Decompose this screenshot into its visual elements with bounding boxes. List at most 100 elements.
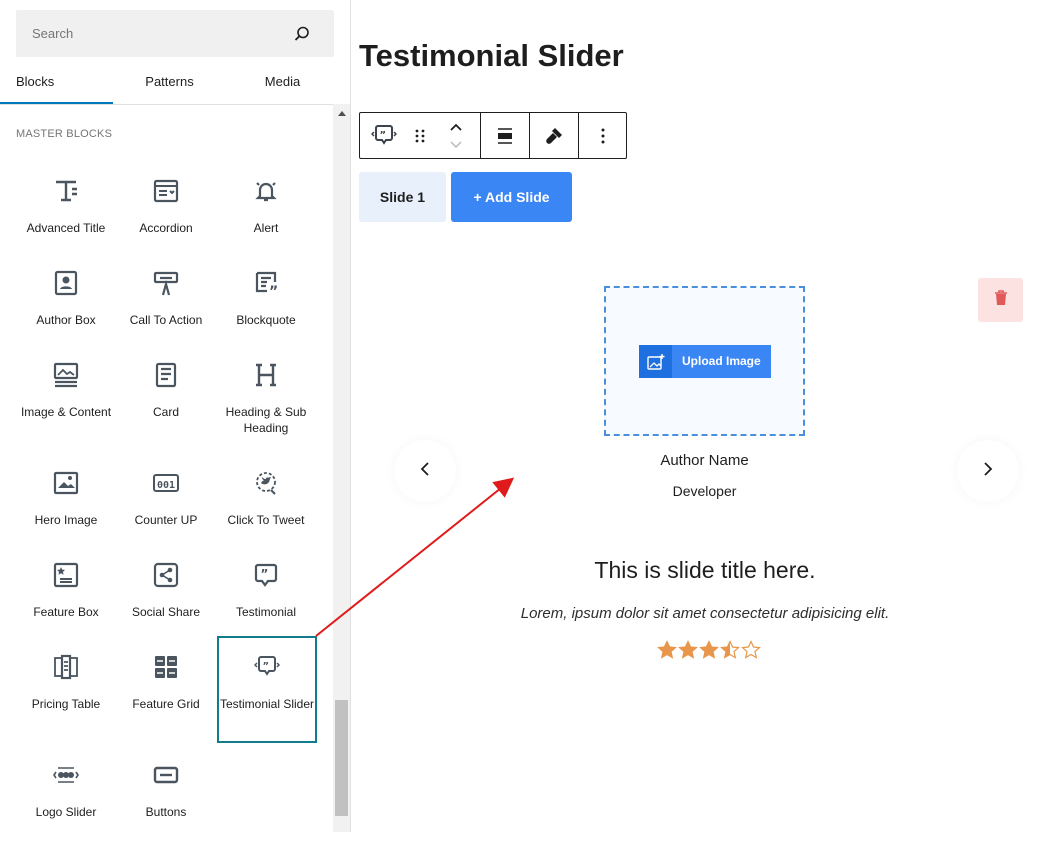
author-image-placeholder[interactable]: Upload Image bbox=[604, 286, 805, 436]
search-input[interactable]: Search bbox=[16, 26, 290, 41]
svg-text:001: 001 bbox=[157, 480, 175, 491]
tweet-icon bbox=[216, 466, 316, 500]
block-feature-grid[interactable]: Feature Grid bbox=[116, 636, 216, 744]
search-icon[interactable] bbox=[290, 22, 314, 46]
block-logo-slider[interactable]: Logo Slider bbox=[16, 744, 116, 852]
block-label: Click To Tweet bbox=[227, 513, 305, 527]
image-content-icon bbox=[16, 358, 116, 392]
chevron-right-icon bbox=[983, 461, 993, 482]
share-icon bbox=[116, 558, 216, 592]
block-label: Counter UP bbox=[134, 513, 198, 527]
star-rating bbox=[657, 640, 761, 660]
tab-blocks[interactable]: Blocks bbox=[0, 60, 113, 104]
author-name[interactable]: Author Name bbox=[604, 452, 805, 469]
hero-image-icon bbox=[16, 466, 116, 500]
previous-slide-button[interactable] bbox=[394, 440, 456, 502]
drag-handle-icon[interactable] bbox=[408, 113, 432, 158]
more-options-icon[interactable] bbox=[579, 113, 627, 158]
tab-patterns[interactable]: Patterns bbox=[113, 60, 226, 104]
author-designation[interactable]: Developer bbox=[604, 483, 805, 499]
align-icon[interactable] bbox=[481, 113, 529, 158]
slide-title[interactable]: This is slide title here. bbox=[455, 557, 955, 584]
toolbar-group-align bbox=[481, 113, 530, 158]
star-icon bbox=[741, 640, 761, 659]
counter-icon: 001 bbox=[116, 466, 216, 500]
add-image-icon bbox=[639, 345, 672, 378]
delete-slide-button[interactable] bbox=[978, 278, 1023, 322]
scrollbar-thumb[interactable] bbox=[335, 700, 348, 816]
block-label: Advanced Title bbox=[26, 221, 106, 235]
buttons-icon bbox=[116, 758, 216, 792]
star-icon bbox=[699, 640, 719, 659]
heading-icon bbox=[216, 358, 316, 392]
block-label: Buttons bbox=[145, 805, 187, 819]
blockquote-icon: ” bbox=[216, 266, 316, 300]
toolbar-group-more bbox=[579, 113, 627, 158]
block-label: Testimonial Slider bbox=[219, 697, 315, 711]
brush-icon[interactable] bbox=[530, 113, 578, 158]
block-label: Blockquote bbox=[236, 313, 296, 327]
block-buttons[interactable]: Buttons bbox=[116, 744, 216, 852]
move-up-down-icon[interactable] bbox=[432, 113, 480, 158]
block-label: Author Box bbox=[36, 313, 96, 327]
testimonial-slider-icon: ” bbox=[217, 650, 317, 684]
block-label: Feature Grid bbox=[132, 697, 200, 711]
bell-icon bbox=[216, 174, 316, 208]
block-label: Hero Image bbox=[34, 513, 98, 527]
feature-grid-icon bbox=[116, 650, 216, 684]
star-icon bbox=[720, 640, 740, 659]
svg-text:”: ” bbox=[261, 567, 269, 581]
upload-image-button[interactable]: Upload Image bbox=[639, 345, 771, 378]
block-testimonial-slider[interactable]: ” Testimonial Slider bbox=[217, 636, 317, 743]
logo-slider-icon bbox=[16, 758, 116, 792]
slide-description[interactable]: Lorem, ipsum dolor sit amet consectetur … bbox=[455, 605, 955, 622]
testimonial-slider-icon[interactable]: ” bbox=[360, 113, 408, 158]
block-label: Logo Slider bbox=[35, 805, 97, 819]
add-slide-button[interactable]: + Add Slide bbox=[451, 172, 572, 222]
block-toolbar: ” bbox=[359, 112, 627, 159]
tab-media[interactable]: Media bbox=[226, 60, 339, 104]
block-label: Image & Content bbox=[20, 405, 112, 419]
block-card[interactable]: Card bbox=[116, 344, 216, 452]
editor-canvas: Testimonial Slider ” Slide 1 + Add Slide… bbox=[351, 0, 1052, 832]
feature-box-icon bbox=[16, 558, 116, 592]
block-label: Accordion bbox=[139, 221, 193, 235]
page-title[interactable]: Testimonial Slider bbox=[359, 38, 624, 74]
block-image-content[interactable]: Image & Content bbox=[16, 344, 116, 452]
block-label: Call To Action bbox=[129, 313, 203, 327]
block-label: Alert bbox=[253, 221, 279, 235]
star-icon bbox=[678, 640, 698, 659]
advanced-title-icon bbox=[16, 174, 116, 208]
next-slide-button[interactable] bbox=[957, 440, 1019, 502]
testimonial-icon: ” bbox=[216, 558, 316, 592]
trash-icon bbox=[993, 289, 1009, 311]
category-heading: MASTER BLOCKS bbox=[16, 128, 113, 140]
upload-image-label: Upload Image bbox=[672, 345, 771, 378]
block-heading-sub-heading[interactable]: Heading & Sub Heading bbox=[216, 344, 316, 452]
accordion-icon bbox=[116, 174, 216, 208]
svg-text:”: ” bbox=[380, 130, 387, 141]
block-pricing-table[interactable]: Pricing Table bbox=[16, 636, 116, 744]
svg-text:”: ” bbox=[263, 661, 270, 672]
chevron-left-icon bbox=[420, 461, 430, 482]
block-label: Feature Box bbox=[33, 605, 99, 619]
toolbar-group-style bbox=[530, 113, 579, 158]
scroll-up-arrow-icon[interactable] bbox=[333, 104, 350, 121]
pricing-table-icon bbox=[16, 650, 116, 684]
search-box[interactable]: Search bbox=[16, 10, 334, 57]
block-label: Pricing Table bbox=[31, 697, 101, 711]
tab-slide-1[interactable]: Slide 1 bbox=[359, 172, 446, 222]
star-icon bbox=[657, 640, 677, 659]
inserter-tabs: Blocks Patterns Media bbox=[0, 60, 350, 105]
block-label: Testimonial bbox=[235, 605, 297, 619]
block-label: Heading & Sub Heading bbox=[225, 405, 307, 435]
block-inserter-sidebar: Search Blocks Patterns Media MASTER BLOC… bbox=[0, 0, 351, 832]
author-box-icon bbox=[16, 266, 116, 300]
card-icon bbox=[116, 358, 216, 392]
call-to-action-icon bbox=[116, 266, 216, 300]
block-label: Card bbox=[152, 405, 179, 419]
toolbar-group-block: ” bbox=[360, 113, 481, 158]
svg-text:”: ” bbox=[269, 284, 278, 297]
sidebar-scrollbar[interactable] bbox=[333, 104, 350, 832]
block-label: Social Share bbox=[131, 605, 201, 619]
